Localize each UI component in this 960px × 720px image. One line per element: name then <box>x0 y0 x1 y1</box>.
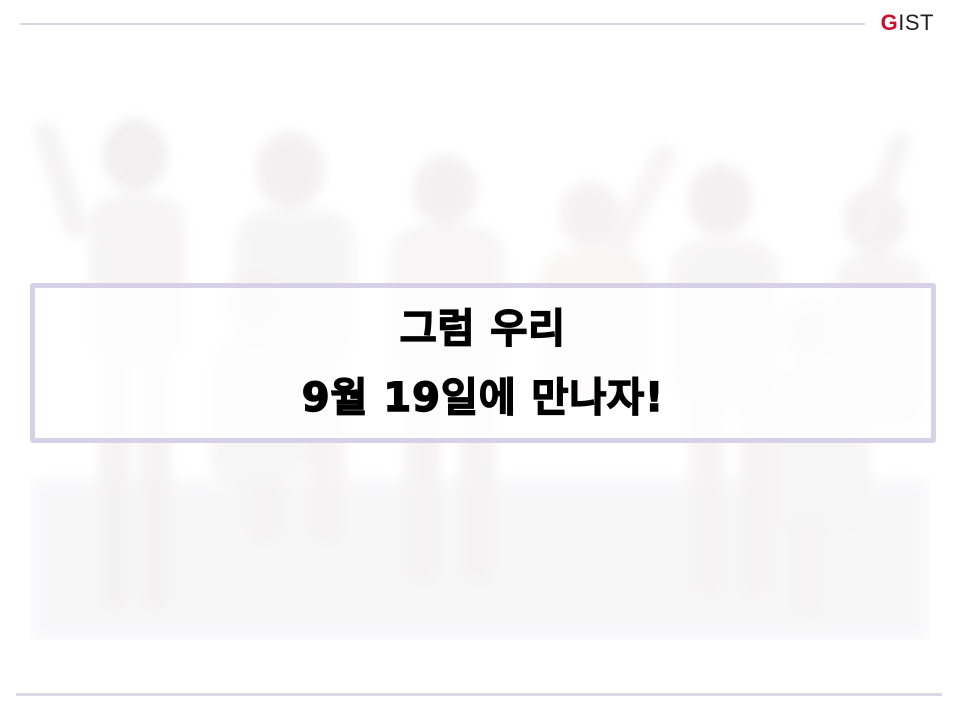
message-box: 그럼 우리 9월 19일에 만나자! <box>30 283 936 443</box>
message-line-1: 그럼 우리 <box>399 305 567 353</box>
top-divider <box>20 23 865 25</box>
message-line-2: 9월 19일에 만나자! <box>301 374 665 422</box>
bottom-divider <box>16 693 942 696</box>
slide: GIST 그럼 우리 9월 19일에 만나자! <box>0 0 960 720</box>
logo-first-letter: G <box>880 10 899 35</box>
logo-rest: IST <box>898 10 934 35</box>
gist-logo: GIST <box>881 10 934 36</box>
